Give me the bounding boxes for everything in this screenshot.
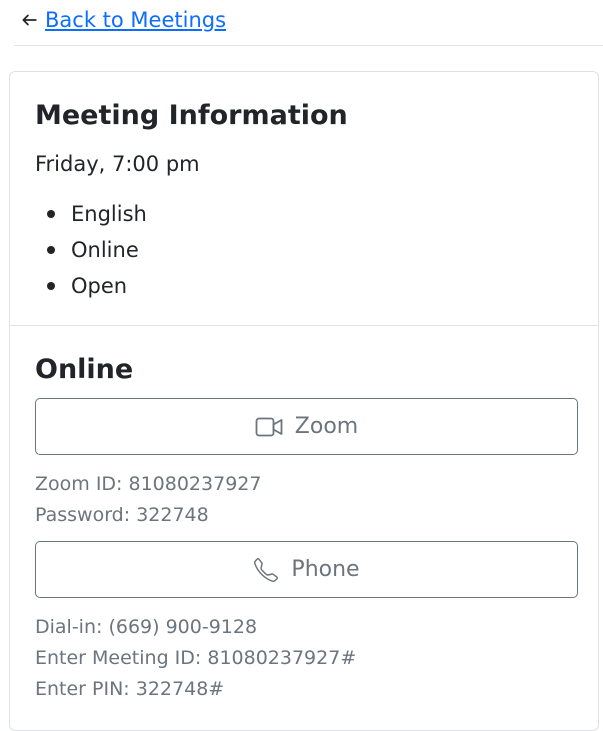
- zoom-details: Zoom ID: 81080237927 Password: 322748: [35, 469, 261, 531]
- meeting-type-label: Open: [71, 274, 128, 298]
- divider: [14, 45, 603, 46]
- bullet: [47, 210, 55, 218]
- meeting-info-title: Meeting Information: [35, 100, 348, 131]
- phone-button[interactable]: Phone: [35, 541, 578, 598]
- meeting-types-list: English Online Open: [35, 196, 147, 304]
- back-to-meetings-link[interactable]: Back to Meetings: [45, 8, 226, 32]
- zoom-id: Zoom ID: 81080237927: [35, 473, 262, 495]
- meeting-type-label: Online: [71, 238, 139, 262]
- list-item: Open: [35, 268, 147, 304]
- list-item: Online: [35, 232, 147, 268]
- phone-details: Dial-in: (669) 900-9128 Enter Meeting ID…: [35, 612, 356, 705]
- meeting-time: Friday, 7:00 pm: [35, 152, 200, 176]
- zoom-button[interactable]: Zoom: [35, 398, 578, 455]
- zoom-button-label: Zoom: [294, 414, 359, 439]
- phone-button-label: Phone: [291, 557, 360, 582]
- list-item: English: [35, 196, 147, 232]
- bullet: [47, 282, 55, 290]
- section-divider: [10, 325, 598, 326]
- video-camera-icon: [255, 417, 283, 436]
- dial-in-number: Dial-in: (669) 900-9128: [35, 616, 258, 638]
- online-section-title: Online: [35, 354, 134, 385]
- back-link-container: Back to Meetings: [20, 4, 226, 36]
- bullet: [47, 246, 55, 254]
- pin-instruction: Enter PIN: 322748#: [35, 678, 225, 700]
- meeting-card: Meeting Information Friday, 7:00 pm Engl…: [9, 71, 599, 731]
- zoom-password: Password: 322748: [35, 504, 209, 526]
- arrow-left-icon: [22, 14, 37, 26]
- phone-icon: [254, 557, 279, 582]
- meeting-id-instruction: Enter Meeting ID: 81080237927#: [35, 647, 357, 669]
- meeting-type-label: English: [71, 202, 147, 226]
